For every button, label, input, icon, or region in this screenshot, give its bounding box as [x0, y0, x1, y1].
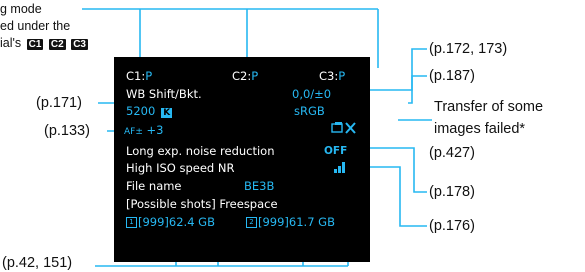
c2-setting: C2:P	[232, 69, 258, 83]
high-iso-nr-level-icon	[334, 161, 348, 173]
file-name-value: BE3B	[244, 179, 275, 193]
card2-info: 2 [999]61.7 GB	[246, 215, 335, 229]
caption-line-1: g mode	[0, 2, 42, 16]
ref-p133: (p.133)	[44, 123, 90, 139]
kelvin-value: 5200	[126, 104, 156, 118]
caption-line-3: ial's C1 C2 C3	[0, 36, 88, 51]
c2-label: C2:	[232, 69, 252, 83]
high-iso-nr-label: High ISO speed NR	[126, 161, 235, 175]
ref-p176: (p.176)	[429, 218, 475, 234]
card2-icon: 2	[246, 217, 257, 228]
ref-transfer-2: images failed*	[434, 121, 526, 137]
c1-mode-badge: C1	[26, 39, 44, 50]
ref-p42: (p.42, 151)	[2, 255, 73, 271]
af-adjust-icon: AF±	[124, 127, 143, 137]
color-space-value: sRGB	[294, 104, 325, 118]
ref-p427: (p.427)	[429, 145, 475, 161]
card1-icon: 1	[126, 217, 137, 228]
card1-info: 1 [999]62.4 GB	[126, 215, 215, 229]
possible-shots-label: [Possible shots] Freespace	[126, 197, 278, 211]
c3-mode-badge: C3	[71, 39, 88, 50]
wb-shift-label: WB Shift/Bkt.	[126, 87, 202, 101]
c3-setting: C3:P	[319, 69, 345, 83]
ref-transfer-1: Transfer of some	[434, 99, 544, 115]
c2-mode-badge: C2	[48, 39, 66, 50]
file-name-label: File name	[126, 179, 182, 193]
caption-line-2: ed under the	[0, 19, 71, 33]
ref-p187: (p.187)	[429, 68, 475, 84]
c3-label: C3:	[319, 69, 339, 83]
af-adjust-value: +3	[146, 123, 164, 137]
camera-info-screen: C1:P C2:P C3:P WB Shift/Bkt. 0,0/±0 5200…	[114, 57, 370, 262]
c1-label: C1:	[126, 69, 146, 83]
caption-line-3-text: ial's	[0, 36, 22, 50]
white-balance-kelvin: 5200 K	[126, 104, 173, 118]
ref-p178: (p.178)	[429, 184, 475, 200]
c2-value: P	[251, 69, 259, 83]
ref-p171: (p.171)	[36, 95, 82, 111]
wb-shift-value: 0,0/±0	[292, 87, 332, 101]
c3-value: P	[338, 69, 346, 83]
long-exp-nr-label: Long exp. noise reduction	[126, 144, 275, 158]
af-microadjust: AF± +3	[124, 123, 163, 139]
card2-value: [999]61.7 GB	[258, 215, 335, 229]
c1-setting: C1:P	[126, 69, 152, 83]
kelvin-badge: K	[161, 108, 173, 118]
card1-value: [999]62.4 GB	[138, 215, 215, 229]
c1-value: P	[145, 69, 153, 83]
transfer-failed-indicator	[331, 121, 361, 138]
transfer-failed-icon	[331, 122, 356, 134]
long-exp-nr-value: OFF	[324, 145, 348, 157]
ref-p172: (p.172, 173)	[429, 41, 508, 57]
